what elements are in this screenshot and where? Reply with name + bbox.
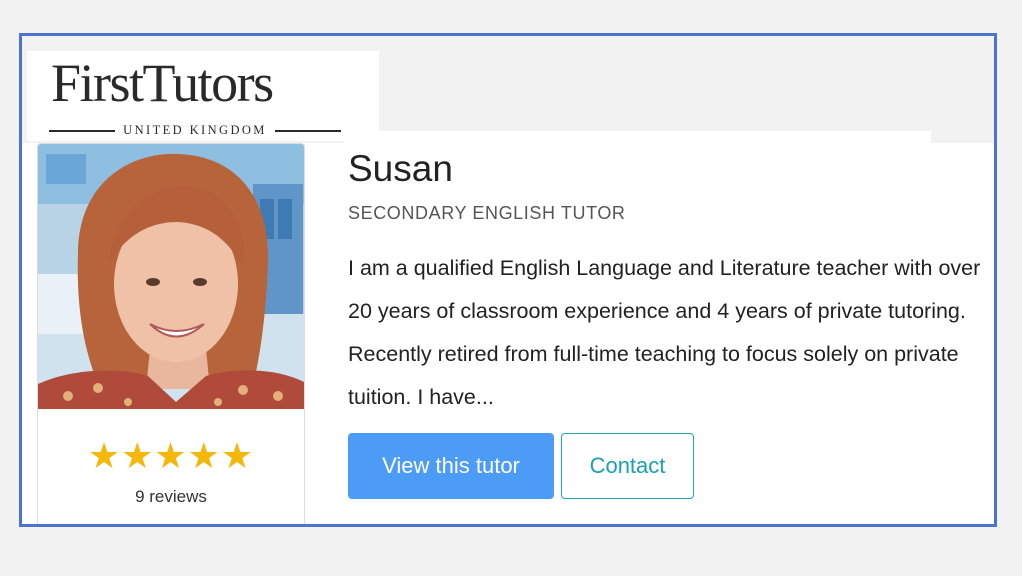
tutor-photo-card: ★★★★★ 9 reviews xyxy=(37,143,305,524)
tutor-photo[interactable] xyxy=(38,144,304,409)
logo-wordmark: FirstTutors xyxy=(51,53,274,113)
logo-rule-right xyxy=(274,129,341,132)
logo-tagline-row: UNITED KINGDOM xyxy=(49,123,341,138)
logo-rule-left xyxy=(49,129,116,132)
brand-logo[interactable]: FirstTutors UNITED KINGDOM xyxy=(27,51,379,141)
star-rating: ★★★★★ xyxy=(87,435,255,476)
tutor-card: ★★★★★ 9 reviews Susan SECONDARY ENGLISH … xyxy=(22,131,994,524)
tutor-bio: I am a qualified English Language and Li… xyxy=(348,256,981,409)
view-tutor-button[interactable]: View this tutor xyxy=(348,433,554,499)
screenshot-frame: FirstTutors UNITED KINGDOM ★★★★★ 9 revie… xyxy=(19,33,997,527)
tutor-photo-illustration xyxy=(38,144,304,409)
contact-button[interactable]: Contact xyxy=(561,433,694,499)
tutor-subject: SECONDARY ENGLISH TUTOR xyxy=(348,203,626,223)
reviews-count[interactable]: 9 reviews xyxy=(38,487,304,507)
name-header-right xyxy=(654,131,931,229)
tutor-name: Susan xyxy=(348,148,453,189)
logo-tagline: UNITED KINGDOM xyxy=(123,123,267,137)
